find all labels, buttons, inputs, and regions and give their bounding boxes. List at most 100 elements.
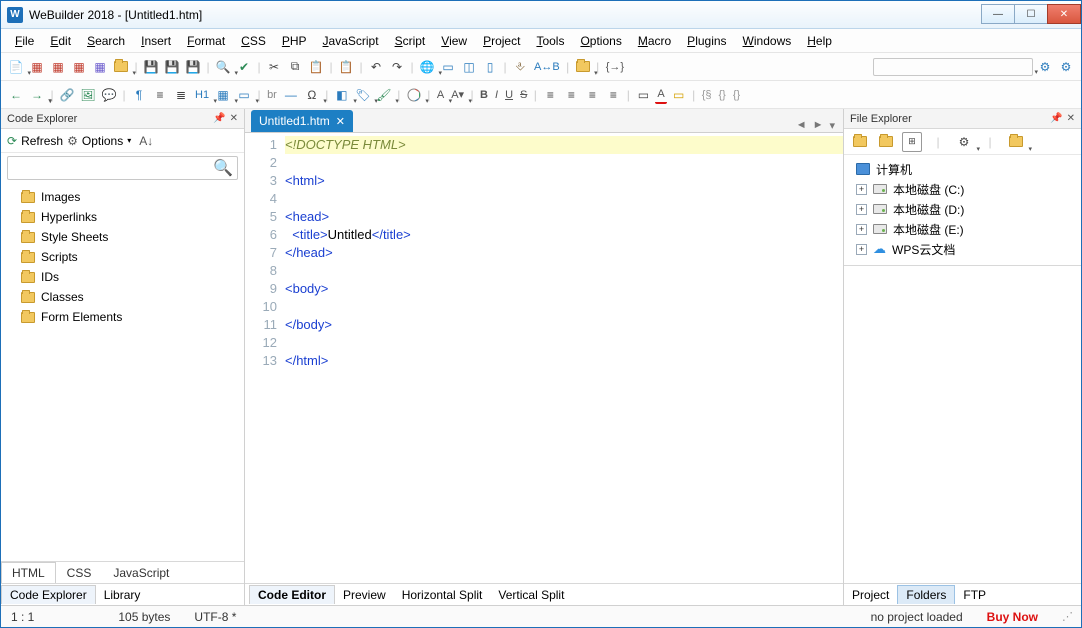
gear-icon[interactable]: ⚙ — [954, 132, 974, 152]
bottom-tab[interactable]: Code Explorer — [1, 585, 96, 604]
tree-drive[interactable]: +本地磁盘 (E:) — [850, 219, 1075, 239]
comment-icon[interactable]: 💬 — [100, 86, 118, 104]
menu-options[interactable]: Options — [574, 32, 627, 50]
menu-javascript[interactable]: JavaScript — [317, 32, 385, 50]
expander-icon[interactable]: + — [856, 224, 867, 235]
code-editor[interactable]: 12345678910111213 <!DOCTYPE HTML> <html>… — [245, 133, 843, 583]
menu-windows[interactable]: Windows — [737, 32, 798, 50]
menu-project[interactable]: Project — [477, 32, 526, 50]
expander-icon[interactable]: + — [856, 184, 867, 195]
code-area[interactable]: <!DOCTYPE HTML> <html> <head> <title>Unt… — [285, 133, 843, 583]
expander-icon[interactable]: + — [856, 204, 867, 215]
align-justify-icon[interactable]: ≡ — [604, 86, 622, 104]
fontcolor-icon[interactable]: A — [655, 86, 666, 104]
heading-icon[interactable]: H1 — [193, 86, 211, 104]
status-encoding[interactable]: UTF-8 * — [194, 610, 236, 624]
tab-prev-icon[interactable]: ◄ — [796, 119, 807, 132]
paragraph-icon[interactable]: ¶ — [130, 86, 148, 104]
lang-tab-javascript[interactable]: JavaScript — [102, 562, 180, 583]
new-folder-icon[interactable] — [876, 132, 896, 152]
paste-icon[interactable]: 📋 — [307, 58, 325, 76]
bottom-tab[interactable]: Library — [96, 586, 149, 604]
underline-icon[interactable]: U — [503, 86, 515, 104]
search-input[interactable] — [12, 161, 213, 175]
save-as-icon[interactable]: 💾 — [184, 58, 202, 76]
menu-help[interactable]: Help — [801, 32, 838, 50]
run-macro-icon[interactable]: ⚙ — [1036, 58, 1054, 76]
tree-item[interactable]: Style Sheets — [7, 227, 238, 247]
view-tab[interactable]: Code Editor — [249, 585, 335, 604]
align-left-icon[interactable]: ≡ — [541, 86, 559, 104]
brace-close-icon[interactable]: {} — [731, 86, 742, 104]
tree-item[interactable]: Images — [7, 187, 238, 207]
form-icon[interactable]: ▭ — [235, 86, 253, 104]
lang-tab-css[interactable]: CSS — [56, 562, 103, 583]
bold-icon[interactable]: B — [478, 86, 490, 104]
open-css-icon[interactable]: ▦ — [49, 58, 67, 76]
close-button[interactable]: ✕ — [1047, 4, 1081, 24]
view-icon[interactable]: ⊞ — [902, 132, 922, 152]
close-panel-icon[interactable]: ✕ — [1067, 113, 1075, 124]
fe-tab[interactable]: FTP — [955, 586, 994, 604]
menu-script[interactable]: Script — [389, 32, 432, 50]
menu-format[interactable]: Format — [181, 32, 231, 50]
table-icon[interactable]: ▦ — [214, 86, 232, 104]
align-center-icon[interactable]: ≡ — [562, 86, 580, 104]
folder-up-icon[interactable] — [850, 132, 870, 152]
preview-browser-icon[interactable]: 🌐 — [418, 58, 436, 76]
tab-next-icon[interactable]: ► — [813, 119, 824, 132]
cut-icon[interactable]: ✂ — [265, 58, 283, 76]
macro-select[interactable] — [873, 58, 1033, 76]
search-icon[interactable]: 🔍 — [213, 158, 233, 178]
refresh-button[interactable]: Refresh — [21, 134, 63, 148]
tree-item[interactable]: Scripts — [7, 247, 238, 267]
open-php-icon[interactable]: ▦ — [91, 58, 109, 76]
tab-list-icon[interactable]: ▾ — [829, 119, 835, 132]
stop-macro-icon[interactable]: ⚙ — [1057, 58, 1075, 76]
minimize-button[interactable]: — — [981, 4, 1015, 24]
expander-icon[interactable]: + — [856, 244, 867, 255]
menu-css[interactable]: CSS — [235, 32, 272, 50]
resize-grip[interactable]: ⋰ — [1062, 610, 1071, 623]
code-explorer-search[interactable]: 🔍 — [7, 156, 238, 180]
menu-insert[interactable]: Insert — [135, 32, 177, 50]
undo-icon[interactable]: ↶ — [367, 58, 385, 76]
sort-icon[interactable]: A↓ — [139, 134, 153, 148]
tree-item[interactable]: Classes — [7, 287, 238, 307]
view-tab[interactable]: Horizontal Split — [394, 586, 491, 604]
tab-close-icon[interactable]: ✕ — [336, 115, 345, 128]
align-right-icon[interactable]: ≡ — [583, 86, 601, 104]
editor-tab-active[interactable]: Untitled1.htm ✕ — [251, 110, 353, 132]
tree-cloud[interactable]: + ☁ WPS云文档 — [850, 239, 1075, 259]
font-icon[interactable]: A — [435, 86, 446, 104]
goto-icon[interactable]: {→} — [604, 58, 626, 76]
forward-icon[interactable]: → — [28, 86, 46, 104]
tree-root[interactable]: 计算机 — [850, 159, 1075, 179]
replace-icon[interactable]: A↔B — [532, 58, 562, 76]
strike-icon[interactable]: S — [518, 86, 529, 104]
fontsize-icon[interactable]: A▾ — [449, 86, 466, 104]
validate-icon[interactable]: ⎀ — [511, 58, 529, 76]
brush-icon[interactable]: 🖌 — [375, 86, 393, 104]
new-file-icon[interactable]: 📄 — [7, 58, 25, 76]
list-ul-icon[interactable]: ≣ — [172, 86, 190, 104]
close-panel-icon[interactable]: ✕ — [230, 113, 238, 124]
find-icon[interactable]: 🔍 — [214, 58, 232, 76]
view-tab[interactable]: Vertical Split — [490, 586, 572, 604]
hr-icon[interactable]: — — [282, 86, 300, 104]
clipboard-icon[interactable]: 📋 — [337, 58, 355, 76]
link-icon[interactable]: 🔗 — [58, 86, 76, 104]
redo-icon[interactable]: ↷ — [388, 58, 406, 76]
omega-icon[interactable]: Ω — [303, 86, 321, 104]
list-ol-icon[interactable]: ≡ — [151, 86, 169, 104]
tree-drive[interactable]: +本地磁盘 (D:) — [850, 199, 1075, 219]
maximize-button[interactable]: ☐ — [1014, 4, 1048, 24]
indent-icon[interactable]: ▭ — [634, 86, 652, 104]
buy-now-link[interactable]: Buy Now — [987, 610, 1038, 624]
menu-plugins[interactable]: Plugins — [681, 32, 732, 50]
preview-icon[interactable]: ▭ — [439, 58, 457, 76]
spellcheck-icon[interactable]: ✔ — [235, 58, 253, 76]
br-icon[interactable]: br — [265, 86, 279, 104]
vsplit-icon[interactable]: ▯ — [481, 58, 499, 76]
menu-php[interactable]: PHP — [276, 32, 313, 50]
